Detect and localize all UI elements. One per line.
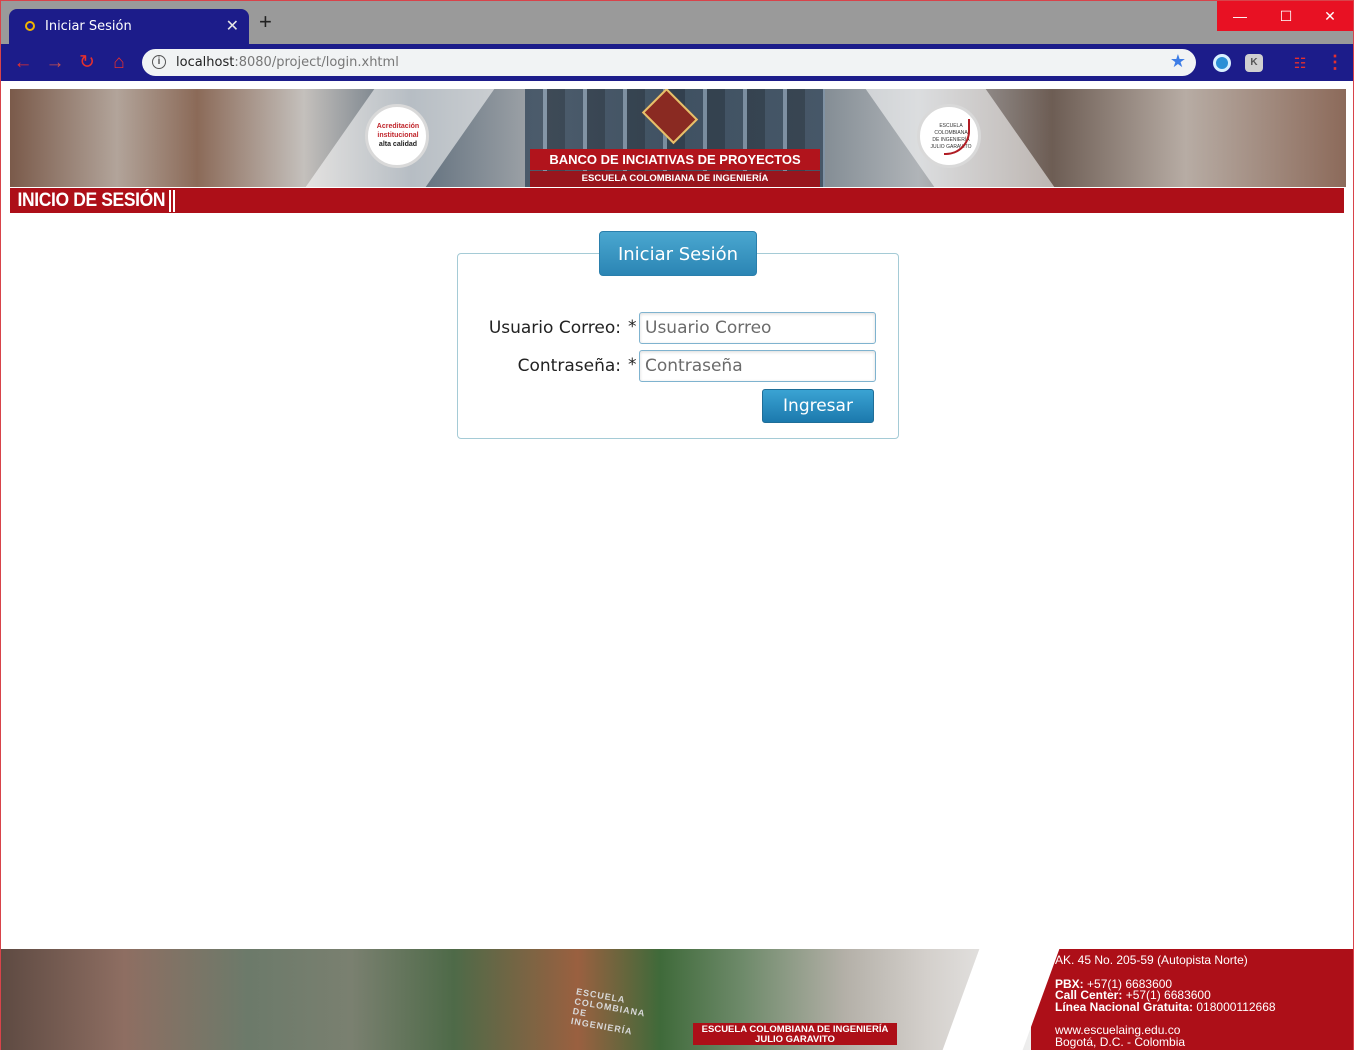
footer-brand-line: JULIO GARAVITO: [755, 1034, 835, 1045]
accreditation-seal: Acreditación institucional alta calidad: [365, 104, 429, 168]
seal-line: alta calidad: [378, 141, 418, 148]
user-email-input[interactable]: [639, 312, 876, 344]
footer-linea: Línea Nacional Gratuita: 018000112668: [1055, 999, 1351, 1014]
login-legend: Iniciar Sesión: [599, 231, 757, 276]
footer-linea-label: Línea Nacional Gratuita:: [1055, 999, 1194, 1014]
url-host: localhost: [176, 55, 235, 70]
banner-title: BANCO DE INCIATIVAS DE PROYECTOS: [530, 149, 820, 170]
favicon-icon: [25, 21, 35, 31]
new-tab-button[interactable]: +: [259, 11, 272, 33]
footer: ESCUELA COLOMBIANA DE INGENIERÍA ESCUELA…: [1, 949, 1353, 1050]
footer-city: Bogotá, D.C. - Colombia: [1055, 1034, 1186, 1049]
banner-subtitle: ESCUELA COLOMBIANA DE INGENIERÍA: [530, 171, 820, 187]
section-title: INICIO DE SESIÓN: [17, 190, 166, 211]
user-label: Usuario Correo:: [488, 318, 621, 338]
password-input[interactable]: [639, 350, 876, 382]
required-mark: *: [628, 355, 637, 375]
bookmark-star-icon[interactable]: ★: [1170, 51, 1186, 72]
seal-line: Acreditación: [376, 123, 420, 130]
extension-network-icon[interactable]: ☷: [1291, 54, 1309, 72]
password-label: Contraseña:: [517, 356, 621, 376]
forward-arrow-icon[interactable]: →: [43, 51, 67, 75]
extension-circle-icon[interactable]: [1213, 54, 1231, 72]
seal-line: institucional: [377, 132, 419, 139]
url-path: :8080/project/login.xhtml: [234, 55, 399, 70]
university-logo: ESCUELA COLOMBIANA DE INGENIERÍA JULIO G…: [917, 104, 981, 168]
site-info-icon[interactable]: i: [152, 55, 166, 69]
footer-address: AK. 45 No. 205-59 (Autopista Norte): [1055, 953, 1248, 967]
window-minimize-button[interactable]: —: [1217, 1, 1263, 31]
tab-close-icon[interactable]: ✕: [226, 16, 239, 36]
browser-toolbar: ← → ↻ ⌂ i localhost:8080/project/login.x…: [1, 44, 1353, 81]
reload-icon[interactable]: ↻: [75, 51, 99, 75]
browser-titlebar: Iniciar Sesión ✕ + — ☐ ✕: [1, 1, 1353, 44]
home-icon[interactable]: ⌂: [107, 51, 131, 75]
header-banner: Acreditación institucional alta calidad …: [10, 89, 1346, 187]
footer-linea-value: 018000112668: [1196, 999, 1276, 1014]
tab-title: Iniciar Sesión: [45, 19, 132, 34]
browser-menu-icon[interactable]: ⋮: [1326, 52, 1344, 72]
section-divider: [169, 190, 175, 212]
login-submit-button[interactable]: Ingresar: [762, 389, 874, 423]
address-bar[interactable]: i localhost:8080/project/login.xhtml ★: [142, 49, 1196, 76]
window-maximize-button[interactable]: ☐: [1263, 1, 1309, 31]
window-close-button[interactable]: ✕: [1307, 1, 1353, 31]
footer-contact-info: AK. 45 No. 205-59 (Autopista Norte) PBX:…: [1055, 953, 1351, 1049]
back-arrow-icon[interactable]: ←: [11, 51, 35, 75]
section-header: INICIO DE SESIÓN: [10, 188, 1344, 213]
url-text[interactable]: localhost:8080/project/login.xhtml: [176, 55, 399, 70]
browser-tab[interactable]: Iniciar Sesión ✕: [9, 9, 249, 44]
footer-brand: ESCUELA COLOMBIANA DE INGENIERÍA JULIO G…: [693, 1023, 897, 1045]
required-mark: *: [628, 317, 637, 337]
extension-tile-icon[interactable]: K: [1245, 54, 1263, 72]
